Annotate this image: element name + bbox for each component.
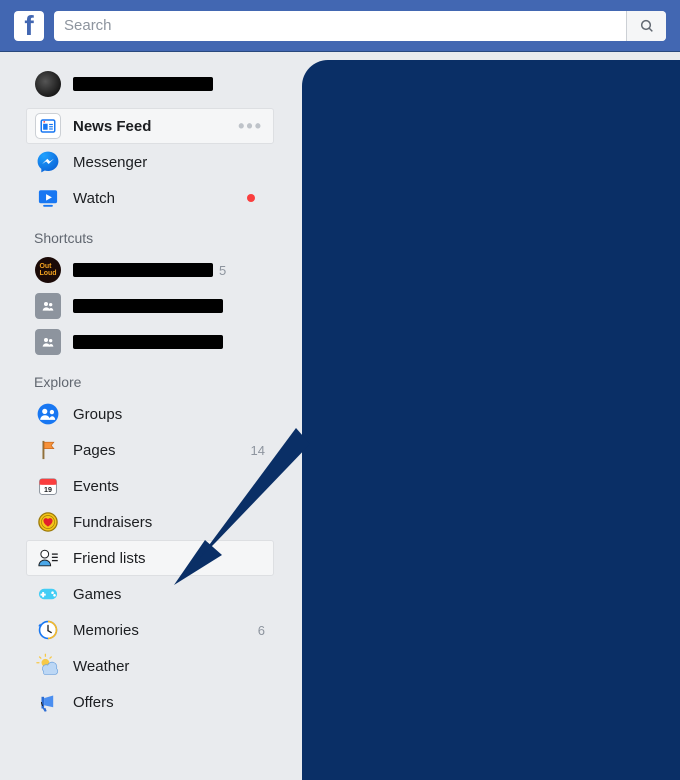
sidebar-item-shortcut[interactable]	[26, 288, 274, 324]
nav-label: Games	[73, 586, 265, 603]
offers-icon	[35, 689, 61, 715]
nav-label: Friend lists	[73, 550, 265, 567]
search-input[interactable]	[54, 11, 666, 41]
more-icon[interactable]: •••	[238, 122, 263, 130]
sidebar-item-shortcut[interactable]: OutLoud 5	[26, 252, 274, 288]
nav-label: Pages	[73, 442, 245, 459]
main-content-panel	[302, 60, 680, 780]
section-header-explore: Explore	[26, 360, 274, 396]
sidebar-item-weather[interactable]: Weather	[26, 648, 274, 684]
notification-dot	[247, 194, 255, 202]
sidebar-item-offers[interactable]: Offers	[26, 684, 274, 720]
left-sidebar: News Feed ••• Messenger	[0, 52, 280, 720]
friend-lists-icon	[35, 545, 61, 571]
sidebar-item-news-feed[interactable]: News Feed •••	[26, 108, 274, 144]
pages-icon	[35, 437, 61, 463]
sidebar-item-profile[interactable]	[26, 66, 274, 102]
nav-count: 1	[258, 479, 265, 494]
shortcut-label-redacted	[73, 263, 213, 277]
sidebar-item-messenger[interactable]: Messenger	[26, 144, 274, 180]
nav-label: News Feed	[73, 118, 238, 135]
sidebar-item-events[interactable]: 19 Events 1	[26, 468, 274, 504]
shortcut-group-icon	[35, 293, 61, 319]
sidebar-item-memories[interactable]: Memories 6	[26, 612, 274, 648]
shortcut-group-icon: OutLoud	[35, 257, 61, 283]
nav-count: 6	[258, 623, 265, 638]
nav-count: 5	[219, 263, 226, 278]
events-icon: 19	[35, 473, 61, 499]
news-feed-icon	[35, 113, 61, 139]
games-icon	[35, 581, 61, 607]
nav-label: Memories	[73, 622, 252, 639]
nav-count: 14	[251, 443, 265, 458]
section-header-shortcuts: Shortcuts	[26, 216, 274, 252]
search-wrap	[54, 11, 666, 41]
shortcut-group-icon	[35, 329, 61, 355]
sidebar-item-games[interactable]: Games	[26, 576, 274, 612]
fundraisers-icon	[35, 509, 61, 535]
facebook-logo[interactable]: f	[14, 11, 44, 41]
sidebar-item-pages[interactable]: Pages 14	[26, 432, 274, 468]
sidebar-item-friend-lists[interactable]: Friend lists	[26, 540, 274, 576]
profile-name-redacted	[73, 77, 213, 91]
nav-label: Weather	[73, 658, 265, 675]
nav-label: Watch	[73, 190, 247, 207]
sidebar-item-groups[interactable]: Groups	[26, 396, 274, 432]
nav-label: Messenger	[73, 154, 265, 171]
nav-label: Groups	[73, 406, 265, 423]
avatar	[35, 71, 61, 97]
nav-label: Fundraisers	[73, 514, 265, 531]
search-icon	[639, 18, 655, 34]
sidebar-item-watch[interactable]: Watch	[26, 180, 274, 216]
sidebar-item-shortcut[interactable]	[26, 324, 274, 360]
search-button[interactable]	[626, 11, 666, 41]
groups-icon	[35, 401, 61, 427]
memories-icon	[35, 617, 61, 643]
svg-text:19: 19	[44, 486, 52, 494]
shortcut-label-redacted	[73, 335, 223, 349]
topbar: f	[0, 0, 680, 52]
sidebar-item-fundraisers[interactable]: Fundraisers	[26, 504, 274, 540]
nav-label: Offers	[73, 694, 265, 711]
shortcut-label-redacted	[73, 299, 223, 313]
messenger-icon	[35, 149, 61, 175]
nav-label: Events	[73, 478, 252, 495]
watch-icon	[35, 185, 61, 211]
weather-icon	[35, 653, 61, 679]
